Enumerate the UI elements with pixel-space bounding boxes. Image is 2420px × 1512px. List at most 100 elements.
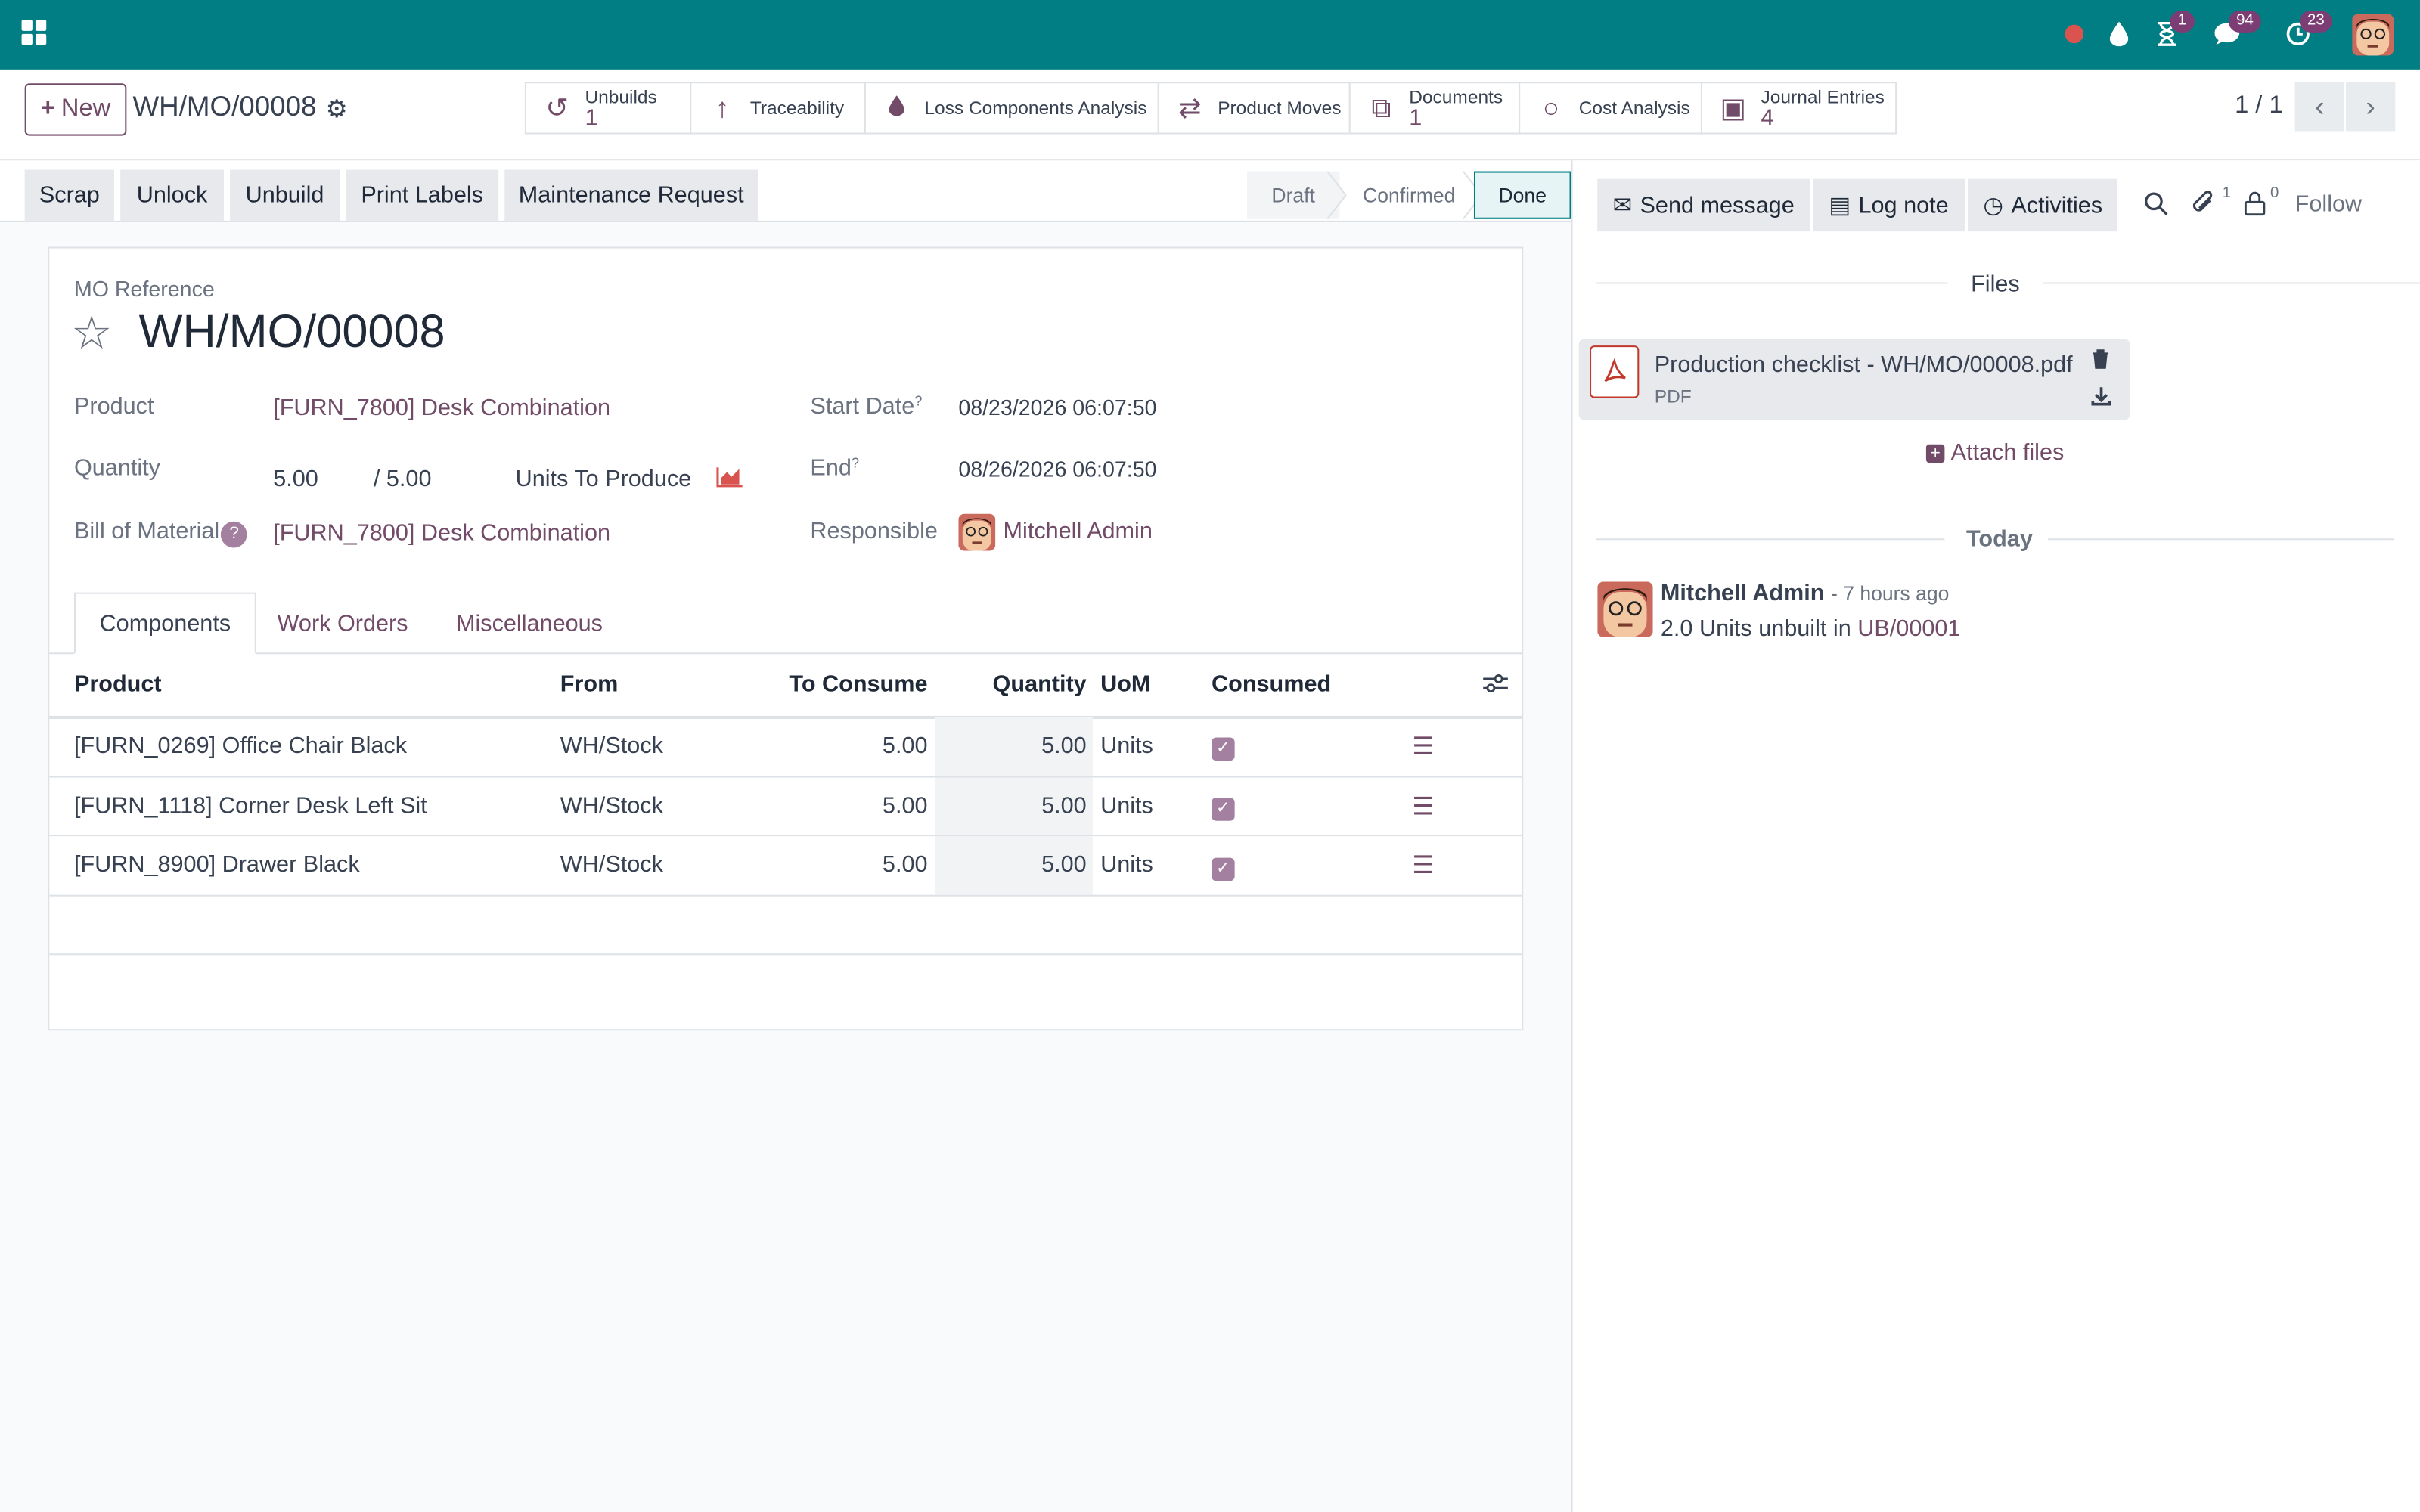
bom-label-text: Bill of Material: [73, 518, 220, 545]
smart-button-traceability[interactable]: ↑ Traceability: [690, 82, 866, 135]
drop-icon[interactable]: [2104, 15, 2135, 52]
log-note-button[interactable]: ▤ Log note: [1813, 178, 1965, 232]
note-icon: ▤: [1829, 193, 1851, 219]
lock-icon[interactable]: [2244, 191, 2266, 224]
message-link[interactable]: UB/00001: [1857, 615, 1960, 642]
product-field[interactable]: [FURN_7800] Desk Combination: [273, 395, 610, 421]
row-from[interactable]: WH/Stock: [560, 733, 663, 759]
quantity-field[interactable]: 5.00: [273, 466, 318, 492]
activities-button[interactable]: ◷ Activities: [1968, 178, 2118, 232]
attachment-count: 1: [2222, 184, 2232, 203]
smart-button-product-moves[interactable]: ⇄ Product Moves: [1157, 82, 1351, 135]
apps-menu-icon[interactable]: [21, 20, 48, 47]
end-date-field[interactable]: 08/26/2026 06:07:50: [958, 457, 1156, 482]
row-quantity[interactable]: 5.00: [942, 733, 1087, 759]
attach-files-label: Attach files: [1950, 439, 2065, 466]
column-header-product[interactable]: Product: [74, 671, 162, 698]
row-quantity[interactable]: 5.00: [942, 852, 1087, 878]
smart-button-loss-components[interactable]: Loss Components Analysis: [864, 82, 1159, 135]
activity-clock-icon[interactable]: 23: [2281, 11, 2332, 52]
column-header-to-consume[interactable]: To Consume: [771, 671, 927, 698]
status-step-confirmed[interactable]: Confirmed: [1342, 172, 1475, 219]
smart-button-value: 4: [1761, 104, 1774, 132]
quantity-total: / 5.00: [373, 466, 432, 493]
consumed-checkbox[interactable]: ✓: [1212, 798, 1235, 821]
user-avatar[interactable]: [2352, 14, 2394, 56]
row-to-consume[interactable]: 5.00: [802, 733, 928, 759]
row-quantity[interactable]: 5.00: [942, 793, 1087, 820]
timer-icon[interactable]: 1: [2152, 11, 2195, 52]
help-icon[interactable]: ?: [221, 521, 247, 548]
today-divider-left: [1596, 538, 1945, 541]
list-details-icon[interactable]: ☰: [1412, 850, 1434, 881]
row-from[interactable]: WH/Stock: [560, 852, 663, 878]
smart-button-journal-entries[interactable]: ▣ Journal Entries 4: [1700, 82, 1897, 135]
money-icon: ▣: [1720, 91, 1747, 123]
row-uom: Units: [1100, 851, 1153, 878]
attach-files-button[interactable]: + Attach files: [1925, 439, 2065, 466]
status-step-draft[interactable]: Draft: [1246, 171, 1340, 219]
follow-button[interactable]: Follow: [2295, 191, 2362, 218]
smart-button-unbuilds[interactable]: ↺ Unbuilds 1: [524, 82, 692, 135]
consumed-checkbox[interactable]: ✓: [1212, 737, 1235, 761]
new-button-label: New: [60, 95, 111, 122]
column-header-from[interactable]: From: [560, 671, 619, 698]
files-divider-left: [1596, 282, 1948, 284]
scrap-button[interactable]: Scrap: [24, 169, 115, 221]
row-product[interactable]: [FURN_1118] Corner Desk Left Sit: [74, 793, 427, 820]
new-record-button[interactable]: + New: [24, 83, 127, 136]
responsible-field[interactable]: Mitchell Admin: [1004, 519, 1153, 545]
message-author[interactable]: Mitchell Admin: [1661, 580, 1825, 606]
unlock-button[interactable]: Unlock: [120, 169, 224, 221]
message-author-avatar[interactable]: [1597, 581, 1653, 637]
message-body: 2.0 Units unbuilt in UB/00001: [1661, 615, 1961, 642]
download-icon[interactable]: [2091, 386, 2111, 414]
help-mark[interactable]: ?: [852, 455, 859, 470]
start-date-field[interactable]: 08/23/2026 06:07:50: [958, 395, 1156, 420]
help-mark[interactable]: ?: [914, 393, 922, 408]
top-navbar: [0, 0, 2420, 70]
tab-components[interactable]: Components: [73, 592, 256, 655]
trash-icon[interactable]: [2091, 349, 2109, 376]
status-step-done[interactable]: Done: [1473, 171, 1571, 219]
unbuild-button[interactable]: Unbuild: [230, 169, 340, 221]
messages-icon[interactable]: 94: [2210, 11, 2262, 52]
recording-indicator-icon[interactable]: [2065, 24, 2084, 44]
pager-next-button[interactable]: ›: [2346, 82, 2396, 132]
row-product[interactable]: [FURN_8900] Drawer Black: [74, 852, 360, 878]
tab-work-orders[interactable]: Work Orders: [256, 593, 430, 655]
row-to-consume[interactable]: 5.00: [802, 852, 928, 878]
list-details-icon[interactable]: ☰: [1412, 792, 1434, 823]
bom-field[interactable]: [FURN_7800] Desk Combination: [273, 520, 610, 547]
search-icon[interactable]: [2144, 191, 2169, 224]
column-header-uom[interactable]: UoM: [1100, 671, 1150, 698]
send-message-button[interactable]: ✉ Send message: [1597, 178, 1810, 232]
drop-icon: [881, 91, 912, 124]
list-details-icon[interactable]: ☰: [1412, 731, 1434, 762]
undo-icon: ↺: [545, 91, 569, 123]
smart-button-cost-analysis[interactable]: ○ Cost Analysis: [1519, 82, 1703, 135]
pager-previous-button[interactable]: ‹: [2294, 82, 2344, 132]
consumed-checkbox[interactable]: ✓: [1212, 857, 1235, 881]
arrow-up-icon: ↑: [715, 91, 730, 123]
print-labels-button[interactable]: Print Labels: [346, 169, 499, 221]
row-from[interactable]: WH/Stock: [560, 793, 663, 820]
maintenance-request-button[interactable]: Maintenance Request: [504, 169, 759, 221]
row-to-consume[interactable]: 5.00: [802, 793, 928, 820]
pager-value[interactable]: 1 / 1: [2235, 92, 2283, 120]
row-product[interactable]: [FURN_0269] Office Chair Black: [74, 733, 407, 759]
smart-button-documents[interactable]: ⧉ Documents 1: [1348, 82, 1521, 135]
smart-button-label: Loss Components Analysis: [924, 97, 1147, 119]
column-header-consumed[interactable]: Consumed: [1212, 671, 1331, 698]
chart-area-icon[interactable]: [716, 466, 744, 495]
tab-miscellaneous[interactable]: Miscellaneous: [432, 593, 626, 655]
end-date-label: End?: [810, 455, 859, 482]
exchange-icon: ⇄: [1178, 91, 1202, 123]
attachment-type: PDF: [1654, 386, 1692, 407]
paperclip-icon[interactable]: [2192, 188, 2217, 224]
optional-columns-icon[interactable]: [1481, 673, 1509, 702]
plus-square-icon: +: [1925, 443, 1945, 463]
gear-icon[interactable]: ⚙: [326, 94, 348, 125]
star-icon[interactable]: ☆: [71, 307, 113, 361]
column-header-quantity[interactable]: Quantity: [942, 671, 1087, 698]
